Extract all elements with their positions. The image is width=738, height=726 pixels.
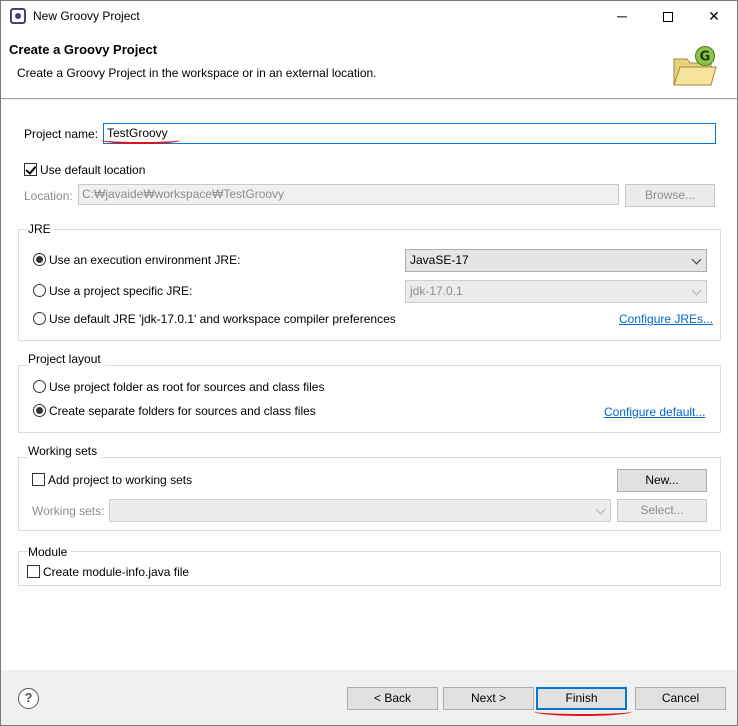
maximize-button[interactable] <box>645 1 691 31</box>
create-module-info-checkbox[interactable] <box>27 565 40 578</box>
working-sets-select[interactable] <box>109 499 611 522</box>
jre-env-select-value: JavaSE-17 <box>410 253 469 267</box>
use-default-location-checkbox[interactable] <box>24 163 37 176</box>
wizard-header: Create a Groovy Project Create a Groovy … <box>1 31 737 99</box>
browse-button[interactable]: Browse... <box>625 184 715 207</box>
add-to-working-sets-checkbox[interactable] <box>32 473 45 486</box>
jre-env-radio[interactable] <box>33 253 46 266</box>
jre-env-label: Use an execution environment JRE: <box>49 253 241 267</box>
new-working-set-button[interactable]: New... <box>617 469 707 492</box>
maximize-icon <box>663 12 673 23</box>
next-button[interactable]: Next > <box>443 687 534 710</box>
annotation-underline-name <box>101 136 181 144</box>
jre-specific-select[interactable]: jdk-17.0.1 <box>405 280 707 303</box>
help-icon[interactable]: ? <box>18 688 39 709</box>
title-bar: New Groovy Project ─ ✕ <box>1 1 737 31</box>
close-button[interactable]: ✕ <box>691 1 737 31</box>
select-working-sets-button[interactable]: Select... <box>617 499 707 522</box>
location-label: Location: <box>24 189 73 203</box>
wizard-description: Create a Groovy Project in the workspace… <box>17 66 377 80</box>
wizard-content: Project name: TestGroovy Use default loc… <box>1 100 737 670</box>
annotation-underline-finish <box>534 707 632 716</box>
create-module-info-label: Create module-info.java file <box>43 565 190 579</box>
eclipse-app-icon <box>10 8 26 24</box>
jre-group-title: JRE <box>28 222 55 236</box>
layout-root-label: Use project folder as root for sources a… <box>49 380 325 394</box>
jre-default-radio[interactable] <box>33 312 46 325</box>
project-layout-group-title: Project layout <box>28 352 105 366</box>
cancel-button[interactable]: Cancel <box>635 687 726 710</box>
project-layout-group <box>18 365 721 433</box>
wizard-footer: ? < Back Next > Finish Cancel <box>1 670 737 725</box>
module-group-title: Module <box>28 545 72 559</box>
wizard-title: Create a Groovy Project <box>9 42 158 57</box>
project-name-input[interactable]: TestGroovy <box>103 123 716 144</box>
jre-specific-label: Use a project specific JRE: <box>49 284 193 298</box>
chevron-down-icon <box>595 504 606 515</box>
jre-default-label: Use default JRE 'jdk-17.0.1' and workspa… <box>49 312 396 326</box>
chevron-down-icon <box>691 254 702 265</box>
window-title: New Groovy Project <box>33 9 140 23</box>
chevron-down-icon <box>691 285 702 296</box>
project-name-label: Project name: <box>24 127 99 141</box>
add-to-working-sets-label: Add project to working sets <box>48 473 193 487</box>
minimize-button[interactable]: ─ <box>599 1 645 31</box>
working-sets-label: Working sets: <box>32 504 105 518</box>
jre-specific-radio[interactable] <box>33 284 46 297</box>
jre-specific-select-value: jdk-17.0.1 <box>410 284 463 298</box>
groovy-badge-letter: G <box>700 50 711 65</box>
layout-separate-label: Create separate folders for sources and … <box>49 404 316 418</box>
back-button[interactable]: < Back <box>347 687 438 710</box>
configure-jres-link[interactable]: Configure JREs... <box>619 312 713 326</box>
configure-default-link[interactable]: Configure default... <box>604 405 705 419</box>
jre-env-select[interactable]: JavaSE-17 <box>405 249 707 272</box>
groovy-folder-icon: G <box>673 46 717 86</box>
working-sets-group-title: Working sets <box>28 444 102 458</box>
dialog-window: New Groovy Project ─ ✕ Create a Groovy P… <box>0 0 738 726</box>
layout-root-radio[interactable] <box>33 380 46 393</box>
use-default-location-label: Use default location <box>40 163 146 177</box>
layout-separate-radio[interactable] <box>33 404 46 417</box>
location-input[interactable]: C:₩javaide₩workspace₩TestGroovy <box>78 184 619 205</box>
